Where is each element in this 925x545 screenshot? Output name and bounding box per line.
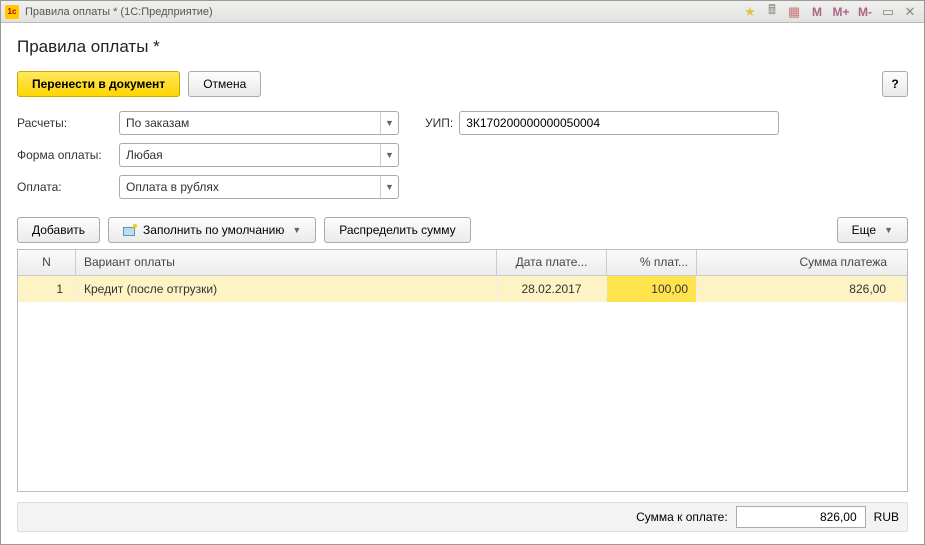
table-row[interactable]: 1 Кредит (после отгрузки) 28.02.2017 100… <box>18 276 907 302</box>
memory-mminus-button[interactable]: M- <box>854 3 876 21</box>
forma-label: Форма оплаты: <box>17 148 113 162</box>
forma-combo[interactable]: Любая ▼ <box>119 143 399 167</box>
col-pct[interactable]: % плат... <box>607 250 697 275</box>
fill-default-label: Заполнить по умолчанию <box>143 223 284 237</box>
distribute-button[interactable]: Распределить сумму <box>324 217 470 243</box>
cell-pct: 100,00 <box>607 276 697 302</box>
close-icon[interactable]: ✕ <box>900 3 920 21</box>
payment-table: N Вариант оплаты Дата плате... % плат...… <box>17 249 908 492</box>
cancel-button[interactable]: Отмена <box>188 71 261 97</box>
total-label: Сумма к оплате: <box>636 510 728 524</box>
table-body: 1 Кредит (после отгрузки) 28.02.2017 100… <box>18 276 907 491</box>
cell-date: 28.02.2017 <box>497 276 607 302</box>
calculator-icon[interactable]: 🖩 <box>762 3 782 21</box>
currency-label: RUB <box>874 510 899 524</box>
col-variant[interactable]: Вариант оплаты <box>76 250 497 275</box>
total-value: 826,00 <box>736 506 866 528</box>
memory-m-button[interactable]: M <box>806 3 828 21</box>
oplata-value: Оплата в рублях <box>120 180 380 194</box>
help-button[interactable]: ? <box>882 71 908 97</box>
page-title: Правила оплаты * <box>17 37 908 57</box>
cell-variant: Кредит (после отгрузки) <box>76 276 497 302</box>
content: Правила оплаты * Перенести в документ От… <box>1 23 924 544</box>
table-header: N Вариант оплаты Дата плате... % плат...… <box>18 250 907 276</box>
submit-button[interactable]: Перенести в документ <box>17 71 180 97</box>
footer: Сумма к оплате: 826,00 RUB <box>17 502 908 532</box>
chevron-down-icon: ▼ <box>884 225 893 235</box>
forma-value: Любая <box>120 148 380 162</box>
chevron-down-icon[interactable]: ▼ <box>380 112 398 134</box>
cell-sum: 826,00 <box>697 276 907 302</box>
app-icon: 1c <box>5 5 19 19</box>
oplata-combo[interactable]: Оплата в рублях ▼ <box>119 175 399 199</box>
memory-mplus-button[interactable]: M+ <box>830 3 852 21</box>
raschety-label: Расчеты: <box>17 116 113 130</box>
more-label: Еще <box>852 223 876 237</box>
fill-default-button[interactable]: Заполнить по умолчанию ▼ <box>108 217 316 243</box>
minimize-icon[interactable]: ▭ <box>878 3 898 21</box>
col-sum[interactable]: Сумма платежа <box>697 250 907 275</box>
chevron-down-icon[interactable]: ▼ <box>380 176 398 198</box>
calendar-icon[interactable]: ▦ <box>784 3 804 21</box>
window: 1c Правила оплаты * (1С:Предприятие) ★ 🖩… <box>0 0 925 545</box>
more-button[interactable]: Еще ▼ <box>837 217 908 243</box>
titlebar: 1c Правила оплаты * (1С:Предприятие) ★ 🖩… <box>1 1 924 23</box>
col-date[interactable]: Дата плате... <box>497 250 607 275</box>
uip-field[interactable] <box>466 116 772 130</box>
fill-icon <box>123 224 137 236</box>
uip-label: УИП: <box>425 116 453 130</box>
chevron-down-icon: ▼ <box>292 225 301 235</box>
window-title: Правила оплаты * (1С:Предприятие) <box>25 6 213 18</box>
raschety-value: По заказам <box>120 116 380 130</box>
add-button[interactable]: Добавить <box>17 217 100 243</box>
uip-input[interactable] <box>459 111 779 135</box>
col-n[interactable]: N <box>18 250 76 275</box>
favorites-icon[interactable]: ★ <box>740 3 760 21</box>
chevron-down-icon[interactable]: ▼ <box>380 144 398 166</box>
raschety-combo[interactable]: По заказам ▼ <box>119 111 399 135</box>
oplata-label: Оплата: <box>17 180 113 194</box>
cell-n: 1 <box>18 276 76 302</box>
